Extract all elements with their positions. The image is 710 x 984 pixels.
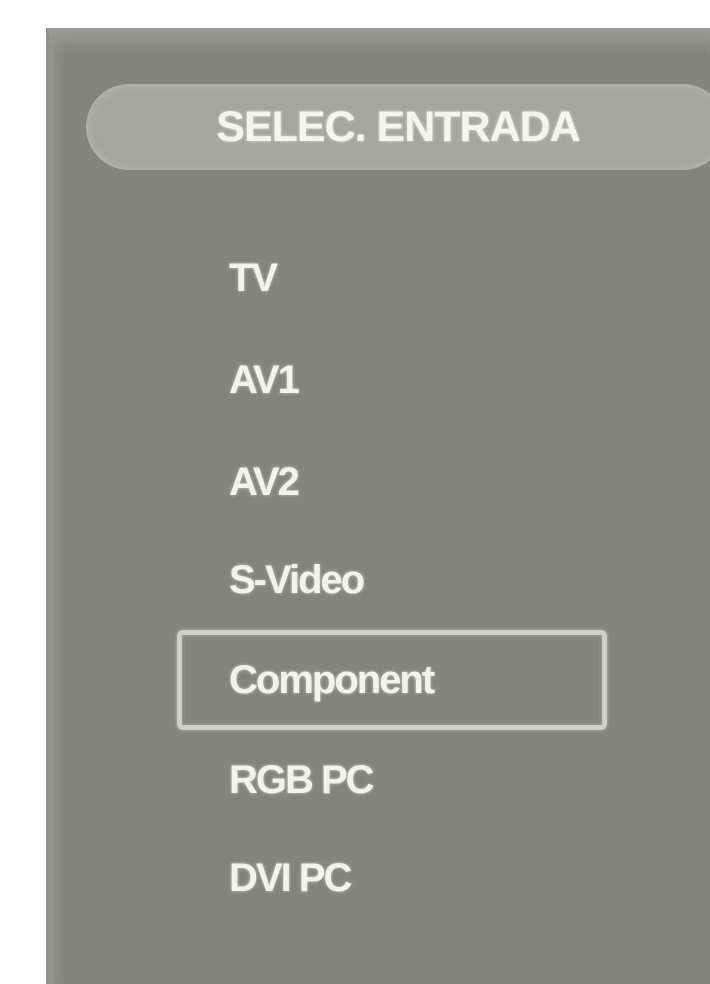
menu-item-av1[interactable]: AV1 xyxy=(229,350,300,410)
menu-item-tv[interactable]: TV xyxy=(229,248,278,308)
input-source-list: TV AV1 AV2 S-Video Component RGB PC DVI … xyxy=(0,0,710,984)
menu-item-s-video[interactable]: S-Video xyxy=(229,550,365,610)
menu-item-av2[interactable]: AV2 xyxy=(229,452,300,512)
screen: SELEC. ENTRADA TV AV1 AV2 S-Video Compon… xyxy=(0,0,710,984)
menu-item-dvi-pc[interactable]: DVI PC xyxy=(229,848,352,908)
menu-item-rgb-pc[interactable]: RGB PC xyxy=(229,750,375,810)
menu-item-component[interactable]: Component xyxy=(229,650,435,710)
